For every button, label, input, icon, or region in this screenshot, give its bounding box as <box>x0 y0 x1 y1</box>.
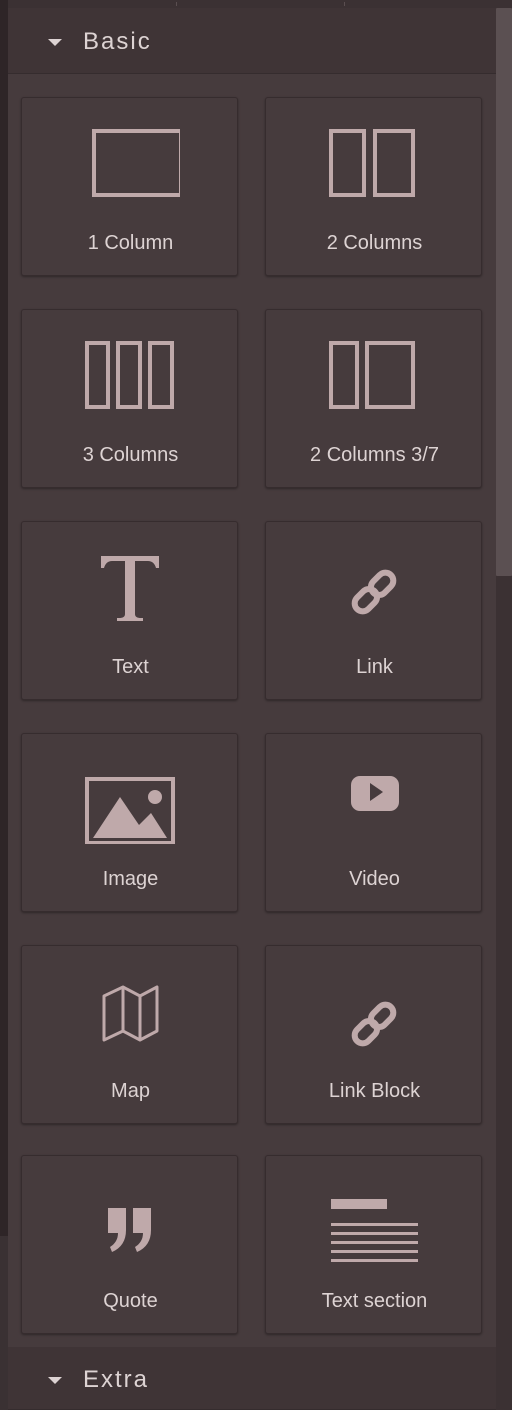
left-gutter-lower <box>0 1236 8 1410</box>
top-edge <box>0 0 512 8</box>
block-3-columns[interactable]: 3 Columns <box>21 309 238 488</box>
block-label: Link <box>356 656 393 678</box>
category-basic-header[interactable]: Basic <box>8 8 496 74</box>
block-label: Map <box>111 1080 150 1102</box>
top-edge-divider <box>176 2 177 6</box>
two-columns-3-7-icon <box>266 310 483 440</box>
left-gutter <box>0 0 8 1410</box>
block-1-column[interactable]: 1 Column <box>21 97 238 276</box>
block-label: Quote <box>103 1290 158 1312</box>
quote-icon <box>22 1156 239 1286</box>
scrollbar[interactable] <box>496 8 512 1410</box>
block-label: 2 Columns 3/7 <box>310 444 439 466</box>
text-icon <box>22 522 239 652</box>
one-column-icon <box>22 98 239 228</box>
blocks-panel: Basic 1 Column 2 Columns 3 Columns 2 Col… <box>8 8 496 1410</box>
block-link[interactable]: Link <box>265 521 482 700</box>
link-block-icon <box>266 946 483 1076</box>
block-2-columns-3-7[interactable]: 2 Columns 3/7 <box>265 309 482 488</box>
category-label: Basic <box>83 28 152 55</box>
block-text-section[interactable]: Text section <box>265 1155 482 1334</box>
block-image[interactable]: Image <box>21 733 238 912</box>
caret-down-icon <box>48 39 62 46</box>
category-extra-header[interactable]: Extra <box>8 1347 496 1410</box>
block-label: 1 Column <box>87 232 174 254</box>
block-text[interactable]: Text <box>21 521 238 700</box>
text-section-icon <box>266 1156 483 1286</box>
top-edge-divider <box>344 2 345 6</box>
three-columns-icon <box>22 310 239 440</box>
block-label: Text <box>112 656 149 678</box>
block-label: Video <box>349 868 400 890</box>
block-2-columns[interactable]: 2 Columns <box>265 97 482 276</box>
video-icon <box>266 734 483 864</box>
block-map[interactable]: Map <box>21 945 238 1124</box>
image-icon <box>22 734 239 864</box>
block-label: 3 Columns <box>82 444 179 466</box>
block-quote[interactable]: Quote <box>21 1155 238 1334</box>
scrollbar-thumb[interactable] <box>496 8 512 576</box>
category-label: Extra <box>83 1366 150 1393</box>
map-icon <box>22 946 239 1076</box>
two-columns-icon <box>266 98 483 228</box>
block-label: Image <box>102 868 159 890</box>
block-link-block[interactable]: Link Block <box>265 945 482 1124</box>
block-video[interactable]: Video <box>265 733 482 912</box>
caret-down-icon <box>48 1377 62 1384</box>
block-label: Link Block <box>328 1080 421 1102</box>
block-label: Text section <box>321 1290 428 1312</box>
link-icon <box>266 522 483 652</box>
block-label: 2 Columns <box>326 232 423 254</box>
